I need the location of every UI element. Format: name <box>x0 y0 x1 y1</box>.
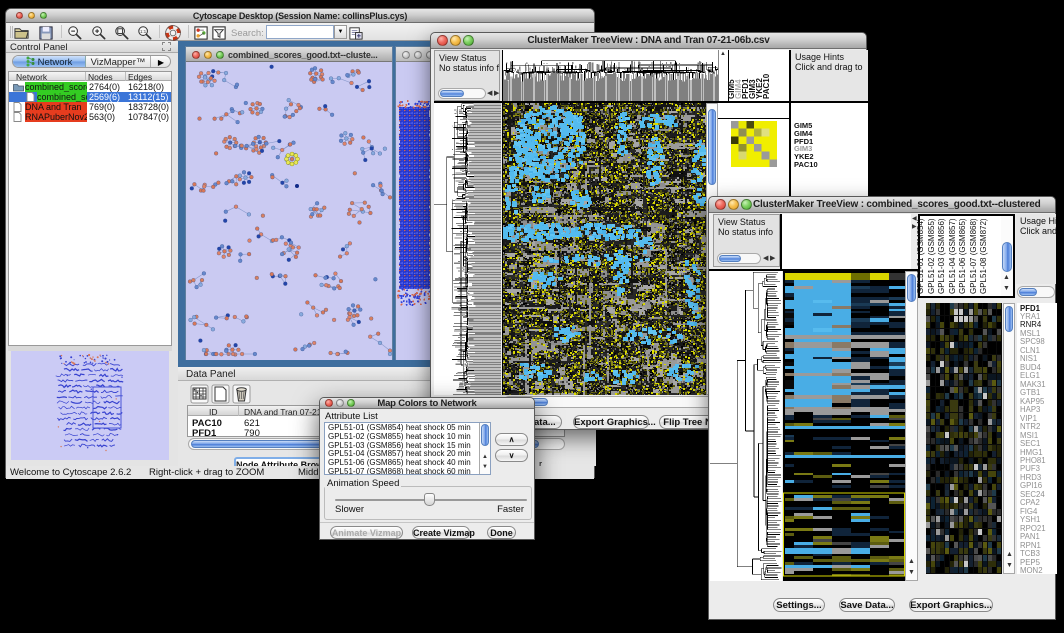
svg-text:1:1: 1:1 <box>140 29 147 34</box>
